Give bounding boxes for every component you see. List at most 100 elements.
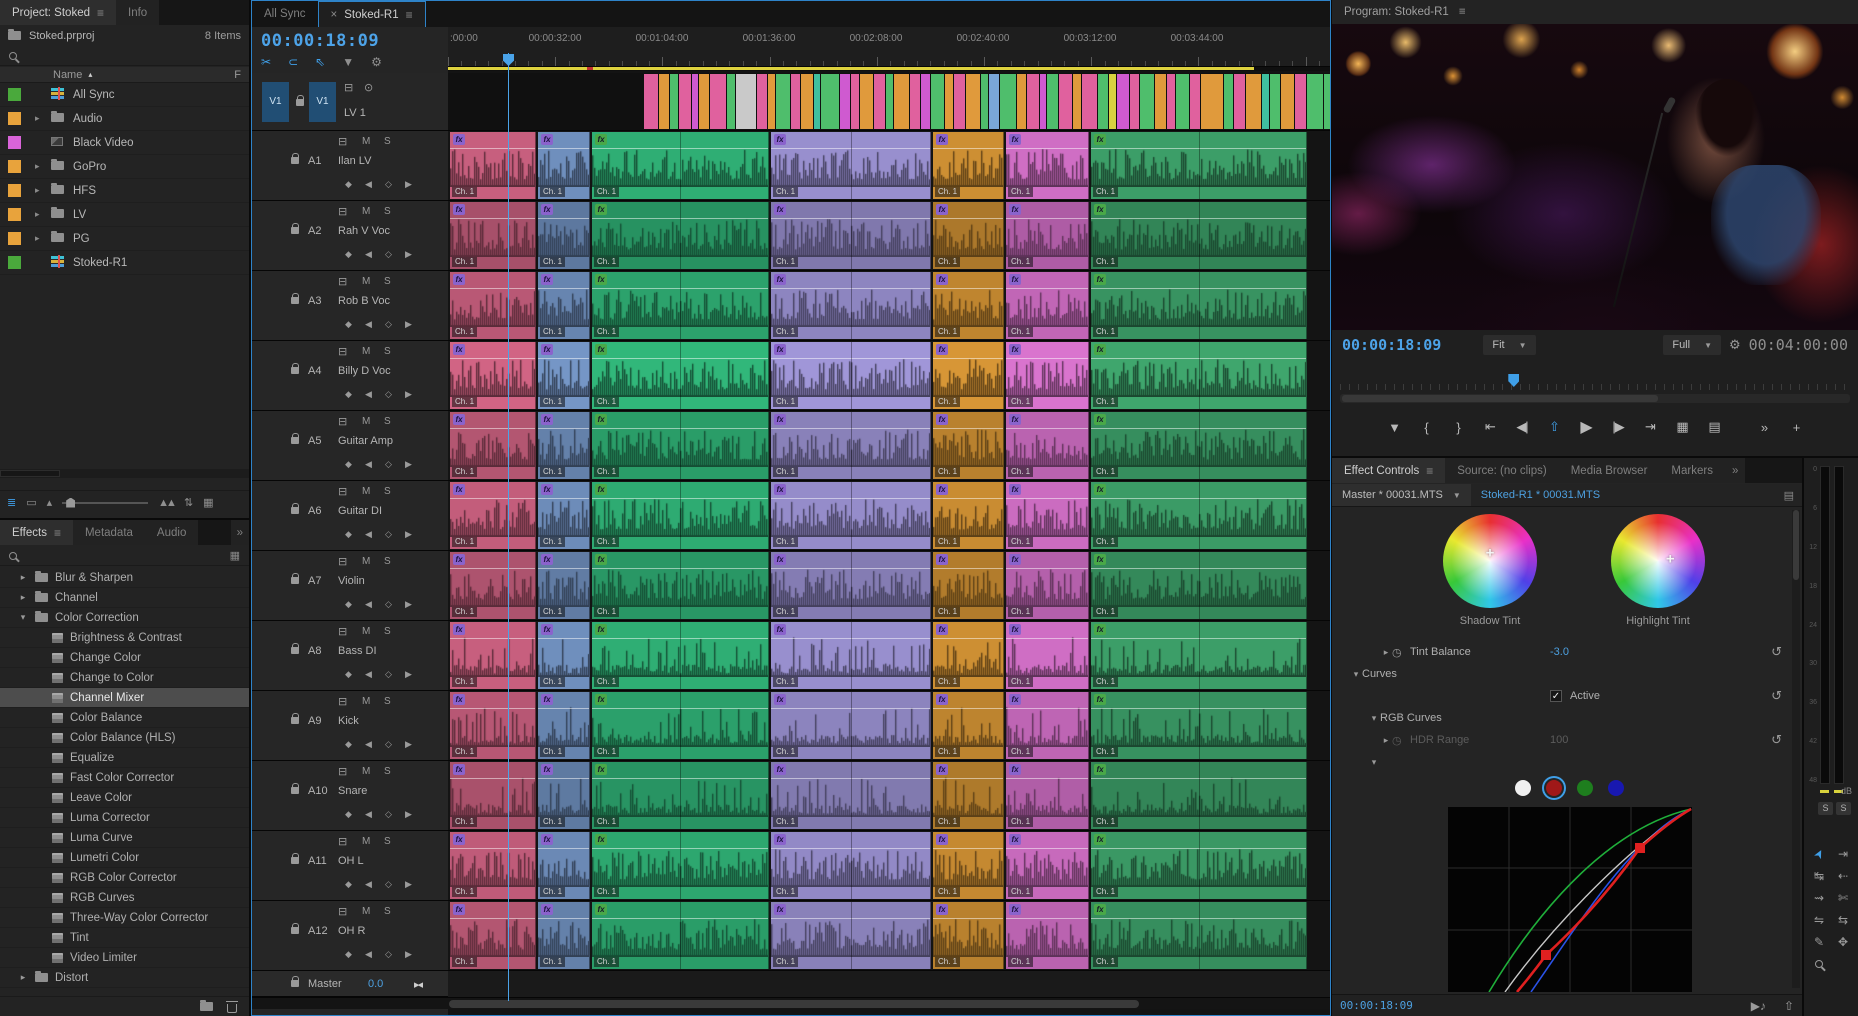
- audio-clip[interactable]: fxCh. 1: [1006, 482, 1089, 549]
- video-clip[interactable]: [851, 74, 859, 129]
- zoom-in-icon[interactable]: ▲▲: [158, 497, 174, 509]
- volume-rubber-band[interactable]: [1006, 428, 1088, 429]
- video-clip[interactable]: [981, 74, 988, 129]
- solo-right-button[interactable]: S: [1836, 802, 1851, 815]
- fx-badge[interactable]: fx: [1094, 764, 1106, 775]
- keyframe-nav-icon[interactable]: ◀: [365, 249, 372, 260]
- keyframe-nav-icon[interactable]: ◇: [385, 529, 392, 540]
- audio-clip[interactable]: fxCh. 1: [1091, 342, 1307, 409]
- video-clip[interactable]: [910, 74, 920, 129]
- fx-badge[interactable]: fx: [774, 624, 786, 635]
- a10-track-header[interactable]: ⊟MSA10Snare◆◀◇▶: [252, 761, 448, 831]
- program-scrubber[interactable]: [1340, 374, 1850, 390]
- twirl-icon[interactable]: ▸: [1380, 647, 1392, 658]
- volume-rubber-band[interactable]: [450, 848, 535, 849]
- video-clip[interactable]: [1059, 74, 1072, 129]
- twirl-icon[interactable]: ▸: [18, 972, 28, 983]
- volume-rubber-band[interactable]: [933, 568, 1003, 569]
- keyframe-nav-icon[interactable]: ◀: [365, 459, 372, 470]
- red-curve-point[interactable]: [1635, 843, 1645, 853]
- fx-badge[interactable]: fx: [774, 134, 786, 145]
- fx-badge[interactable]: fx: [936, 344, 948, 355]
- mark-out-button[interactable]: }: [1446, 415, 1471, 439]
- keyframe-nav-icon[interactable]: ▶: [405, 319, 412, 330]
- audio-clip[interactable]: fxCh. 1: [1091, 202, 1307, 269]
- volume-rubber-band[interactable]: [933, 358, 1003, 359]
- track-settings-icon[interactable]: ⊟: [338, 765, 347, 778]
- go-to-in-button[interactable]: ⇤: [1478, 415, 1503, 439]
- a9-track-header[interactable]: ⊟MSA9Kick◆◀◇▶: [252, 691, 448, 761]
- keyframe-nav-icon[interactable]: ▶: [405, 529, 412, 540]
- panel-menu-icon[interactable]: ≡: [54, 526, 61, 540]
- fx-badge[interactable]: fx: [1094, 904, 1106, 915]
- fx-badge[interactable]: fx: [453, 484, 465, 495]
- track-settings-icon[interactable]: ⊟: [338, 555, 347, 568]
- fx-badge[interactable]: fx: [541, 274, 553, 285]
- tint-balance-value[interactable]: -3.0: [1550, 646, 1569, 658]
- tab-stoked-r1[interactable]: × Stoked-R1 ≡: [318, 1, 426, 27]
- panel-menu-icon[interactable]: ≡: [1426, 464, 1433, 478]
- fx-badge[interactable]: fx: [936, 834, 948, 845]
- fx-badge[interactable]: fx: [1009, 134, 1021, 145]
- fx-badge[interactable]: fx: [936, 554, 948, 565]
- mute-button[interactable]: M: [362, 626, 370, 637]
- blue-channel-dot[interactable]: [1608, 780, 1624, 796]
- snap-toggle[interactable]: ⊂: [288, 55, 298, 69]
- effect-group-channel[interactable]: ▸Channel: [0, 588, 249, 608]
- fx-badge[interactable]: fx: [541, 134, 553, 145]
- audio-clip[interactable]: fxCh. 1: [450, 902, 536, 969]
- audio-clip[interactable]: fxCh. 1: [771, 482, 931, 549]
- a3-track-header[interactable]: ⊟MSA3Rob B Voc◆◀◇▶: [252, 271, 448, 341]
- video-clip[interactable]: [1098, 74, 1108, 129]
- label-color-swatch[interactable]: [8, 184, 21, 197]
- track-settings-icon[interactable]: ⊟: [338, 135, 347, 148]
- audio-clip[interactable]: fxCh. 1: [1006, 132, 1089, 199]
- tab-media-browser[interactable]: Media Browser: [1559, 458, 1660, 483]
- reset-icon[interactable]: ↺: [1771, 688, 1782, 704]
- label-color-swatch[interactable]: [8, 88, 21, 101]
- volume-rubber-band[interactable]: [538, 288, 589, 289]
- keyframe-nav-icon[interactable]: ◀: [365, 599, 372, 610]
- panel-menu-icon[interactable]: ≡: [97, 6, 104, 20]
- video-clip[interactable]: [1246, 74, 1261, 129]
- mark-in-button[interactable]: {: [1414, 415, 1439, 439]
- volume-rubber-band[interactable]: [1006, 288, 1088, 289]
- track-settings-icon[interactable]: ⊟: [338, 625, 347, 638]
- keyframe-nav-icon[interactable]: ◇: [385, 879, 392, 890]
- keyframe-nav-icon[interactable]: ◆: [345, 389, 352, 400]
- lock-icon[interactable]: [291, 297, 299, 304]
- fx-badge[interactable]: fx: [453, 414, 465, 425]
- sequence-clip-label[interactable]: Stoked-R1 * 00031.MTS: [1471, 489, 1610, 501]
- tab-project[interactable]: Project: Stoked ≡: [0, 0, 116, 25]
- lock-icon[interactable]: [291, 367, 299, 374]
- filter-bins-icon[interactable]: ▦: [230, 549, 240, 562]
- effect-item-video-limiter[interactable]: Video Limiter: [0, 948, 249, 968]
- ripple-edit-tool[interactable]: ↹: [1808, 866, 1830, 886]
- video-clip[interactable]: [1140, 74, 1154, 129]
- tab-effect-controls[interactable]: Effect Controls ≡: [1332, 458, 1445, 483]
- solo-button[interactable]: S: [384, 696, 391, 707]
- lock-icon[interactable]: [291, 717, 299, 724]
- audio-clip[interactable]: fxCh. 1: [592, 552, 769, 619]
- red-channel-dot[interactable]: [1546, 780, 1562, 796]
- fx-badge[interactable]: fx: [1009, 414, 1021, 425]
- project-item-lv[interactable]: ▸LV: [0, 203, 249, 227]
- video-clip[interactable]: [1262, 74, 1269, 129]
- mute-button[interactable]: M: [362, 486, 370, 497]
- fx-badge[interactable]: fx: [936, 414, 948, 425]
- fx-badge[interactable]: fx: [774, 204, 786, 215]
- video-clip[interactable]: [1155, 74, 1166, 129]
- audio-clip[interactable]: fxCh. 1: [771, 552, 931, 619]
- track-settings-icon[interactable]: ⊟: [344, 81, 353, 94]
- tab-info[interactable]: Info: [116, 0, 159, 25]
- audio-clip[interactable]: fxCh. 1: [933, 132, 1004, 199]
- mute-button[interactable]: M: [362, 556, 370, 567]
- fx-badge[interactable]: fx: [453, 134, 465, 145]
- keyframe-nav-icon[interactable]: ◇: [385, 249, 392, 260]
- fx-badge[interactable]: fx: [595, 834, 607, 845]
- keyframe-nav-icon[interactable]: ◇: [385, 179, 392, 190]
- volume-rubber-band[interactable]: [1006, 848, 1088, 849]
- highlight-tint-wheel[interactable]: +: [1611, 514, 1705, 608]
- video-clip[interactable]: [679, 74, 691, 129]
- audio-clip[interactable]: fxCh. 1: [771, 132, 931, 199]
